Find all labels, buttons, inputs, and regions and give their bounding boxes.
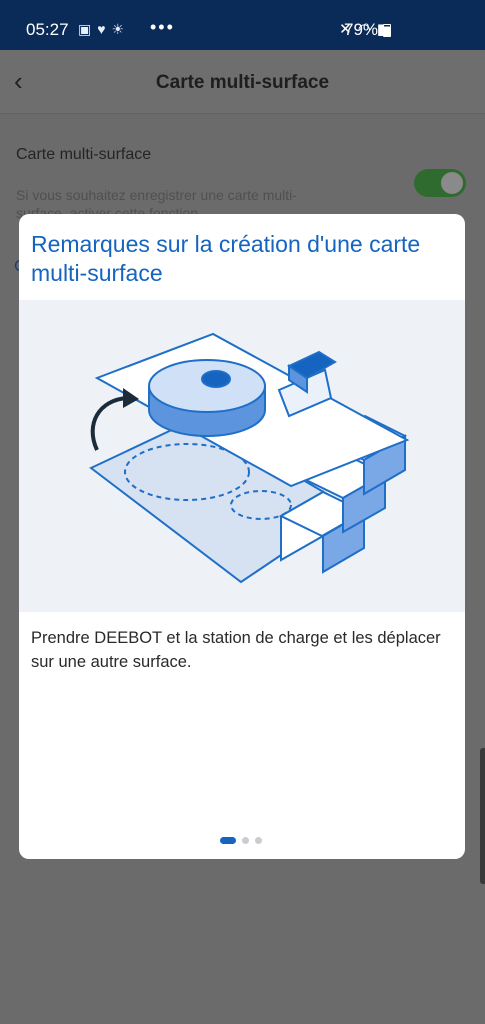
setting-label: Carte multi-surface bbox=[16, 146, 152, 163]
battery-level: 79% bbox=[344, 20, 379, 39]
page-dot-2[interactable] bbox=[242, 837, 249, 844]
image-icon: ▣ bbox=[78, 21, 98, 37]
robot-move-illustration bbox=[89, 332, 410, 584]
page-title: Carte multi-surface bbox=[155, 72, 330, 93]
info-dialog: Remarques sur la création d'une carte mu… bbox=[19, 214, 465, 859]
multi-surface-toggle[interactable] bbox=[414, 169, 466, 197]
scroll-handle[interactable] bbox=[480, 748, 485, 884]
status-time: 05:27 bbox=[26, 20, 69, 39]
toggle-knob bbox=[441, 172, 463, 194]
dialog-title: Remarques sur la création d'une carte mu… bbox=[31, 231, 421, 286]
page-indicator bbox=[19, 837, 465, 845]
dialog-body: Prendre DEEBOT et la station de charge e… bbox=[31, 629, 441, 671]
weather-icon: ☀ bbox=[111, 21, 131, 37]
illustration bbox=[19, 300, 465, 612]
page-dot-3[interactable] bbox=[255, 837, 262, 844]
app-bar: ‹ Carte multi-surface bbox=[0, 50, 485, 114]
status-bar: 05:27 ▣♥☀ ••• ✕◠▮ 79% bbox=[0, 0, 485, 50]
battery-icon bbox=[383, 24, 391, 37]
more-notifications-icon: ••• bbox=[150, 17, 175, 37]
health-icon: ♥ bbox=[97, 21, 112, 37]
page-dot-1[interactable] bbox=[220, 837, 236, 844]
notification-icons: ▣♥☀ bbox=[78, 21, 130, 38]
